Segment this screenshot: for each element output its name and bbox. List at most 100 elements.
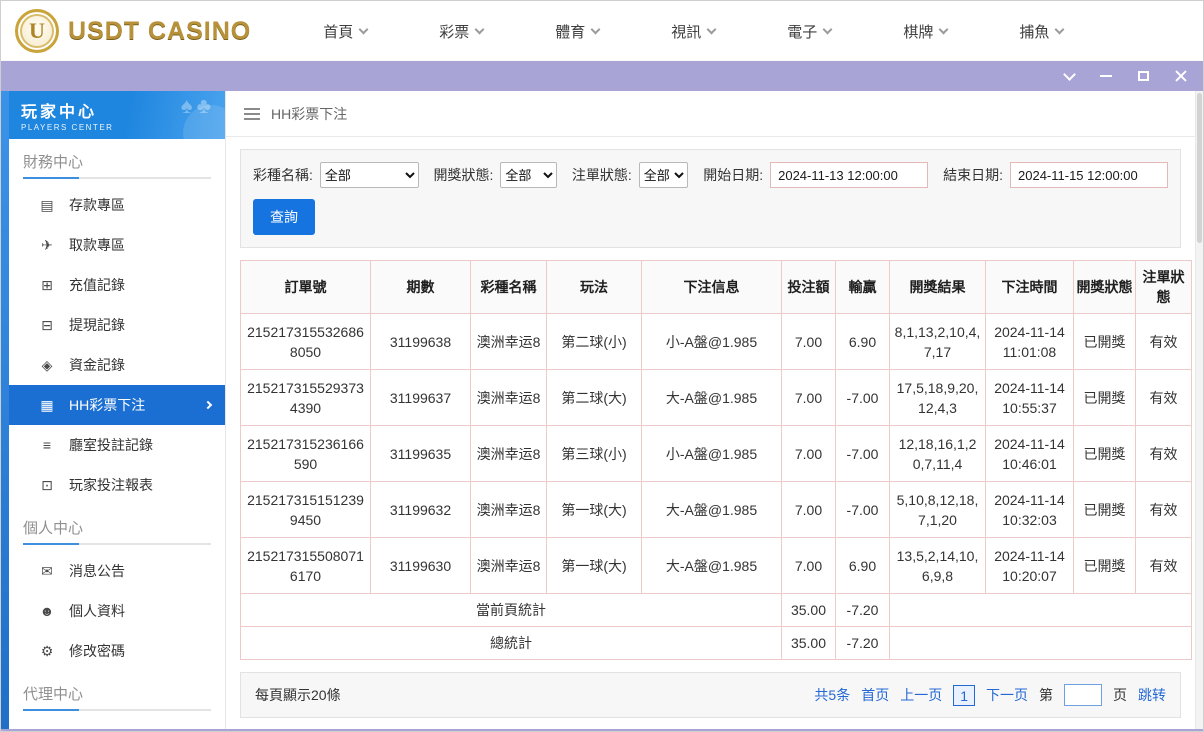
- sidebar-item-label: 提現記錄: [69, 317, 125, 333]
- hamburger-icon[interactable]: [244, 107, 260, 120]
- table-cell: 大-A盤@1.985: [641, 369, 782, 426]
- recharge-record-icon: ⊞: [41, 276, 53, 293]
- table-cell: 2024-11-14 10:46:01: [985, 425, 1074, 482]
- nav-item-6[interactable]: 棋牌: [903, 21, 949, 42]
- sidebar-item-取款專區[interactable]: ✈ 取款專區: [9, 225, 225, 265]
- page-jump-input[interactable]: [1064, 684, 1102, 706]
- table-cell: 大-A盤@1.985: [641, 537, 782, 594]
- minimize-icon[interactable]: [1100, 75, 1112, 77]
- table-cell: 215217315236166590: [240, 425, 371, 482]
- report-icon: ⊡: [41, 476, 53, 493]
- table-cell: 大-A盤@1.985: [641, 481, 782, 538]
- table-cell: 澳洲幸运8: [470, 369, 547, 426]
- chevron-down-icon: [358, 24, 369, 34]
- lottery-filter-label: 彩種名稱:: [253, 167, 313, 183]
- order-status-select[interactable]: 全部: [638, 162, 689, 188]
- jump-link[interactable]: 跳转: [1138, 685, 1166, 705]
- password-icon: ⚙: [40, 642, 54, 659]
- scrollbar-thumb[interactable]: [1197, 93, 1202, 243]
- table-header-row: 訂單號 期數 彩種名稱 玩法 下注信息 投注額 輸贏 開獎結果 下注時間 開獎狀態 注單狀態: [240, 260, 1192, 314]
- order-status-filter-label: 注單狀態:: [571, 167, 632, 183]
- end-date-input[interactable]: [1010, 162, 1168, 188]
- table-cell: 2152173155293734390: [240, 369, 371, 426]
- logo: U USDT CASINO: [1, 9, 251, 53]
- sidebar-item-玩家投注報表[interactable]: ⊡ 玩家投注報表: [9, 465, 225, 505]
- sidebar-item-資金記錄[interactable]: ◈ 資金記錄: [9, 345, 225, 385]
- logo-text: USDT CASINO: [68, 16, 252, 45]
- nav-item-7[interactable]: 捕魚: [1019, 21, 1065, 42]
- draw-status-select[interactable]: 全部: [500, 162, 557, 188]
- filter-panel: 彩種名稱: 全部 開獎狀態: 全部 注單狀態: 全部 開始日期: 2024-11…: [240, 149, 1181, 248]
- column-header: 玩法: [546, 260, 642, 314]
- first-page-link[interactable]: 首页: [861, 685, 889, 705]
- close-icon[interactable]: [1175, 70, 1187, 82]
- nav-item-label: 捕魚: [1019, 23, 1050, 41]
- total-summary-bet: 35.00: [781, 626, 836, 660]
- table-cell: 第三球(小): [546, 425, 642, 482]
- sidebar-item-提現記錄[interactable]: ⊟ 提現記錄: [9, 305, 225, 345]
- chevron-down-icon: [590, 24, 601, 34]
- nav-item-2[interactable]: 彩票: [439, 21, 485, 42]
- sidebar-item-修改密碼[interactable]: ⚙ 修改密碼: [9, 631, 225, 671]
- breadcrumb: HH彩票下注: [226, 91, 1195, 137]
- table-cell: 澳洲幸运8: [470, 481, 547, 538]
- table-cell: 7.00: [781, 481, 836, 538]
- table-row: 2152173155293734390 31199637 澳洲幸运8 第二球(大) 大-…: [240, 369, 1192, 426]
- sidebar-item-消息公告[interactable]: ✉ 消息公告: [9, 551, 225, 591]
- next-page-link[interactable]: 下一页: [986, 685, 1028, 705]
- sidebar-item-廳室投註記錄[interactable]: ≡ 廳室投註記錄: [9, 425, 225, 465]
- sidebar-item-個人資料[interactable]: ☻ 個人資料: [9, 591, 225, 631]
- sidebar-item-充值記錄[interactable]: ⊞ 充值記錄: [9, 265, 225, 305]
- maximize-icon[interactable]: [1138, 71, 1149, 81]
- start-date-input[interactable]: [770, 162, 929, 188]
- table-cell: 有效: [1135, 369, 1192, 426]
- scrollbar[interactable]: [1195, 91, 1203, 729]
- sidebar-item-label: 取款專區: [69, 237, 125, 253]
- search-button[interactable]: 查詢: [253, 199, 315, 235]
- sidebar-item-label: 廳室投註記錄: [69, 437, 153, 453]
- total-summary-empty: [889, 626, 1192, 660]
- nav-item-1[interactable]: 首頁: [323, 21, 369, 42]
- table-cell: -7.00: [835, 481, 890, 538]
- nav-item-label: 電子: [787, 23, 818, 41]
- table-cell: 7.00: [781, 537, 836, 594]
- page-summary-label: 當前頁統計: [240, 593, 782, 627]
- nav-item-3[interactable]: 體育: [555, 21, 601, 42]
- pagination-bar: 每頁顯示20條 共5条 首页 上一页 1 下一页 第 页 跳转: [240, 672, 1181, 718]
- table-cell: 有效: [1135, 313, 1192, 370]
- table-cell: 小-A盤@1.985: [641, 425, 782, 482]
- table-cell: 已開獎: [1073, 537, 1136, 594]
- table-cell: 8,1,13,2,10,4,7,17: [889, 313, 986, 370]
- nav-item-5[interactable]: 電子: [787, 21, 833, 42]
- table-cell: 6.90: [835, 313, 890, 370]
- column-header: 開獎結果: [889, 260, 986, 314]
- withdraw-icon: ✈: [41, 236, 53, 253]
- table-cell: 2024-11-14 10:32:03: [985, 481, 1074, 538]
- page-summary-winloss: -7.20: [835, 593, 890, 627]
- table-cell: -7.00: [835, 369, 890, 426]
- app-window: U USDT CASINO 首頁 彩票 體育 視訊 電子 棋牌 捕魚 玩家中心 PLAYER…: [0, 0, 1204, 732]
- nav-item-label: 首頁: [323, 23, 354, 41]
- cashout-record-icon: ⊟: [41, 316, 53, 333]
- sidebar-item-存款專區[interactable]: ▤ 存款專區: [9, 185, 225, 225]
- sidebar-item-HH彩票下注[interactable]: ▦ HH彩票下注: [9, 385, 225, 425]
- column-header: 開獎狀態: [1073, 260, 1136, 314]
- prev-page-link[interactable]: 上一页: [900, 685, 942, 705]
- breadcrumb-title: HH彩票下注: [271, 105, 348, 122]
- table-cell: 17,5,18,9,20,12,4,3: [889, 369, 986, 426]
- chevron-down-icon[interactable]: [1063, 67, 1076, 81]
- table-row: 2152173151512399450 31199632 澳洲幸运8 第一球(大) 大-…: [240, 481, 1192, 538]
- nav-item-label: 棋牌: [903, 23, 934, 41]
- table-cell: 已開獎: [1073, 481, 1136, 538]
- table-cell: 2152173151512399450: [240, 481, 371, 538]
- table-cell: 7.00: [781, 425, 836, 482]
- lottery-select[interactable]: 全部: [319, 162, 419, 188]
- table-cell: 已開獎: [1073, 313, 1136, 370]
- chevron-down-icon: [706, 24, 717, 34]
- table-cell: 已開獎: [1073, 425, 1136, 482]
- window-titlebar: [1, 61, 1203, 91]
- nav-item-4[interactable]: 視訊: [671, 21, 717, 42]
- table-cell: -7.00: [835, 425, 890, 482]
- sidebar-item-label: 消息公告: [69, 563, 125, 579]
- current-page-number[interactable]: 1: [953, 684, 975, 706]
